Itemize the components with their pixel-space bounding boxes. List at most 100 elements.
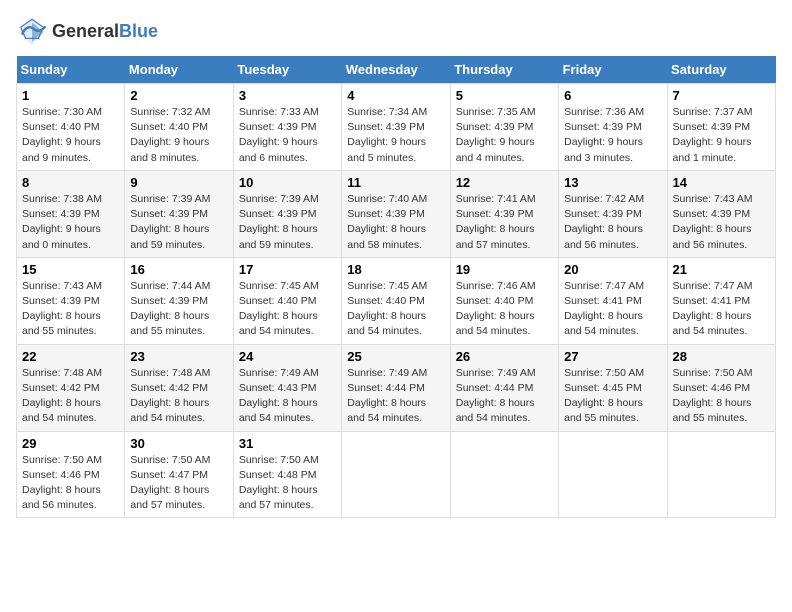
day-number: 7 xyxy=(673,88,770,103)
day-number: 8 xyxy=(22,175,119,190)
calendar-cell: 3 Sunrise: 7:33 AM Sunset: 4:39 PM Dayli… xyxy=(233,84,341,171)
day-info: Sunrise: 7:44 AM Sunset: 4:39 PM Dayligh… xyxy=(130,279,227,340)
day-number: 6 xyxy=(564,88,661,103)
day-number: 21 xyxy=(673,262,770,277)
day-info: Sunrise: 7:34 AM Sunset: 4:39 PM Dayligh… xyxy=(347,105,444,166)
calendar-cell: 24 Sunrise: 7:49 AM Sunset: 4:43 PM Dayl… xyxy=(233,344,341,431)
day-info: Sunrise: 7:50 AM Sunset: 4:48 PM Dayligh… xyxy=(239,453,336,514)
day-info: Sunrise: 7:39 AM Sunset: 4:39 PM Dayligh… xyxy=(239,192,336,253)
calendar-cell xyxy=(559,431,667,518)
day-number: 16 xyxy=(130,262,227,277)
day-number: 10 xyxy=(239,175,336,190)
calendar-cell: 10 Sunrise: 7:39 AM Sunset: 4:39 PM Dayl… xyxy=(233,170,341,257)
weekday-header-tuesday: Tuesday xyxy=(233,56,341,84)
calendar-cell xyxy=(450,431,558,518)
calendar-cell: 26 Sunrise: 7:49 AM Sunset: 4:44 PM Dayl… xyxy=(450,344,558,431)
day-info: Sunrise: 7:48 AM Sunset: 4:42 PM Dayligh… xyxy=(130,366,227,427)
day-number: 12 xyxy=(456,175,553,190)
weekday-header-friday: Friday xyxy=(559,56,667,84)
day-number: 9 xyxy=(130,175,227,190)
day-number: 30 xyxy=(130,436,227,451)
day-number: 15 xyxy=(22,262,119,277)
day-info: Sunrise: 7:47 AM Sunset: 4:41 PM Dayligh… xyxy=(564,279,661,340)
day-info: Sunrise: 7:38 AM Sunset: 4:39 PM Dayligh… xyxy=(22,192,119,253)
calendar-cell: 13 Sunrise: 7:42 AM Sunset: 4:39 PM Dayl… xyxy=(559,170,667,257)
calendar-cell: 9 Sunrise: 7:39 AM Sunset: 4:39 PM Dayli… xyxy=(125,170,233,257)
calendar-cell: 7 Sunrise: 7:37 AM Sunset: 4:39 PM Dayli… xyxy=(667,84,775,171)
day-info: Sunrise: 7:50 AM Sunset: 4:46 PM Dayligh… xyxy=(673,366,770,427)
day-number: 2 xyxy=(130,88,227,103)
calendar-cell: 30 Sunrise: 7:50 AM Sunset: 4:47 PM Dayl… xyxy=(125,431,233,518)
day-info: Sunrise: 7:49 AM Sunset: 4:43 PM Dayligh… xyxy=(239,366,336,427)
calendar-cell: 5 Sunrise: 7:35 AM Sunset: 4:39 PM Dayli… xyxy=(450,84,558,171)
day-info: Sunrise: 7:49 AM Sunset: 4:44 PM Dayligh… xyxy=(456,366,553,427)
day-info: Sunrise: 7:37 AM Sunset: 4:39 PM Dayligh… xyxy=(673,105,770,166)
calendar-cell: 12 Sunrise: 7:41 AM Sunset: 4:39 PM Dayl… xyxy=(450,170,558,257)
day-info: Sunrise: 7:50 AM Sunset: 4:47 PM Dayligh… xyxy=(130,453,227,514)
calendar-cell: 2 Sunrise: 7:32 AM Sunset: 4:40 PM Dayli… xyxy=(125,84,233,171)
header: GeneralBlue xyxy=(16,16,776,48)
calendar-table: SundayMondayTuesdayWednesdayThursdayFrid… xyxy=(16,56,776,518)
day-info: Sunrise: 7:41 AM Sunset: 4:39 PM Dayligh… xyxy=(456,192,553,253)
calendar-cell: 25 Sunrise: 7:49 AM Sunset: 4:44 PM Dayl… xyxy=(342,344,450,431)
day-info: Sunrise: 7:50 AM Sunset: 4:46 PM Dayligh… xyxy=(22,453,119,514)
day-number: 31 xyxy=(239,436,336,451)
day-info: Sunrise: 7:35 AM Sunset: 4:39 PM Dayligh… xyxy=(456,105,553,166)
calendar-cell: 8 Sunrise: 7:38 AM Sunset: 4:39 PM Dayli… xyxy=(17,170,125,257)
day-number: 13 xyxy=(564,175,661,190)
logo-text: GeneralBlue xyxy=(52,22,158,42)
calendar-cell: 23 Sunrise: 7:48 AM Sunset: 4:42 PM Dayl… xyxy=(125,344,233,431)
calendar-cell: 15 Sunrise: 7:43 AM Sunset: 4:39 PM Dayl… xyxy=(17,257,125,344)
calendar-cell: 22 Sunrise: 7:48 AM Sunset: 4:42 PM Dayl… xyxy=(17,344,125,431)
day-info: Sunrise: 7:47 AM Sunset: 4:41 PM Dayligh… xyxy=(673,279,770,340)
day-info: Sunrise: 7:45 AM Sunset: 4:40 PM Dayligh… xyxy=(239,279,336,340)
day-number: 5 xyxy=(456,88,553,103)
day-info: Sunrise: 7:33 AM Sunset: 4:39 PM Dayligh… xyxy=(239,105,336,166)
day-number: 28 xyxy=(673,349,770,364)
logo: GeneralBlue xyxy=(16,16,158,48)
logo-icon xyxy=(16,16,48,48)
calendar-cell: 28 Sunrise: 7:50 AM Sunset: 4:46 PM Dayl… xyxy=(667,344,775,431)
calendar-cell: 29 Sunrise: 7:50 AM Sunset: 4:46 PM Dayl… xyxy=(17,431,125,518)
weekday-header-wednesday: Wednesday xyxy=(342,56,450,84)
calendar-cell: 1 Sunrise: 7:30 AM Sunset: 4:40 PM Dayli… xyxy=(17,84,125,171)
day-number: 23 xyxy=(130,349,227,364)
day-info: Sunrise: 7:43 AM Sunset: 4:39 PM Dayligh… xyxy=(673,192,770,253)
day-info: Sunrise: 7:36 AM Sunset: 4:39 PM Dayligh… xyxy=(564,105,661,166)
day-info: Sunrise: 7:46 AM Sunset: 4:40 PM Dayligh… xyxy=(456,279,553,340)
day-number: 25 xyxy=(347,349,444,364)
weekday-header-sunday: Sunday xyxy=(17,56,125,84)
day-info: Sunrise: 7:42 AM Sunset: 4:39 PM Dayligh… xyxy=(564,192,661,253)
calendar-cell: 27 Sunrise: 7:50 AM Sunset: 4:45 PM Dayl… xyxy=(559,344,667,431)
calendar-cell: 19 Sunrise: 7:46 AM Sunset: 4:40 PM Dayl… xyxy=(450,257,558,344)
day-info: Sunrise: 7:45 AM Sunset: 4:40 PM Dayligh… xyxy=(347,279,444,340)
calendar-cell: 14 Sunrise: 7:43 AM Sunset: 4:39 PM Dayl… xyxy=(667,170,775,257)
calendar-cell: 18 Sunrise: 7:45 AM Sunset: 4:40 PM Dayl… xyxy=(342,257,450,344)
day-number: 19 xyxy=(456,262,553,277)
day-info: Sunrise: 7:50 AM Sunset: 4:45 PM Dayligh… xyxy=(564,366,661,427)
day-number: 4 xyxy=(347,88,444,103)
calendar-cell: 6 Sunrise: 7:36 AM Sunset: 4:39 PM Dayli… xyxy=(559,84,667,171)
day-info: Sunrise: 7:43 AM Sunset: 4:39 PM Dayligh… xyxy=(22,279,119,340)
calendar-cell: 20 Sunrise: 7:47 AM Sunset: 4:41 PM Dayl… xyxy=(559,257,667,344)
calendar-cell: 31 Sunrise: 7:50 AM Sunset: 4:48 PM Dayl… xyxy=(233,431,341,518)
weekday-header-monday: Monday xyxy=(125,56,233,84)
calendar-cell: 11 Sunrise: 7:40 AM Sunset: 4:39 PM Dayl… xyxy=(342,170,450,257)
day-number: 29 xyxy=(22,436,119,451)
day-info: Sunrise: 7:49 AM Sunset: 4:44 PM Dayligh… xyxy=(347,366,444,427)
calendar-cell: 21 Sunrise: 7:47 AM Sunset: 4:41 PM Dayl… xyxy=(667,257,775,344)
day-number: 3 xyxy=(239,88,336,103)
day-info: Sunrise: 7:48 AM Sunset: 4:42 PM Dayligh… xyxy=(22,366,119,427)
day-info: Sunrise: 7:39 AM Sunset: 4:39 PM Dayligh… xyxy=(130,192,227,253)
day-number: 1 xyxy=(22,88,119,103)
day-number: 18 xyxy=(347,262,444,277)
day-number: 27 xyxy=(564,349,661,364)
day-number: 14 xyxy=(673,175,770,190)
day-info: Sunrise: 7:32 AM Sunset: 4:40 PM Dayligh… xyxy=(130,105,227,166)
day-number: 11 xyxy=(347,175,444,190)
weekday-header-saturday: Saturday xyxy=(667,56,775,84)
weekday-header-thursday: Thursday xyxy=(450,56,558,84)
calendar-cell xyxy=(342,431,450,518)
calendar-cell: 17 Sunrise: 7:45 AM Sunset: 4:40 PM Dayl… xyxy=(233,257,341,344)
day-number: 26 xyxy=(456,349,553,364)
